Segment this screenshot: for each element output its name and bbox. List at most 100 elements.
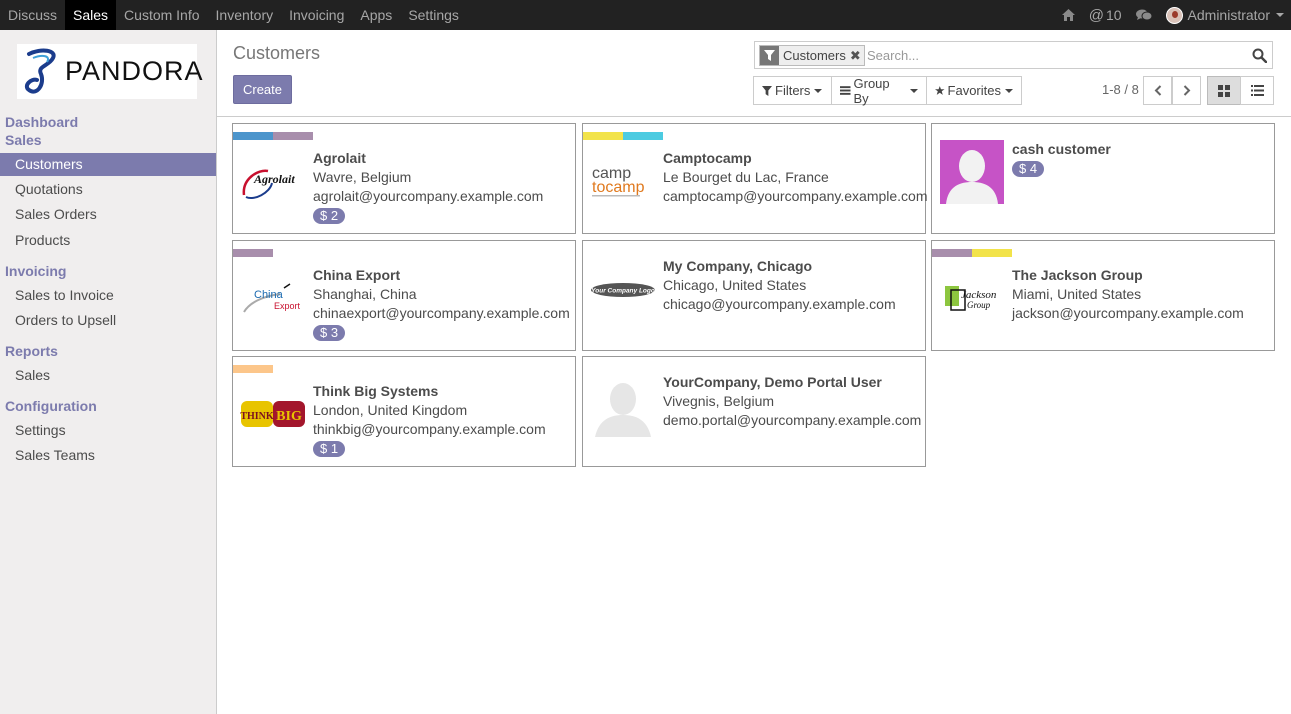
customer-card[interactable]: Agrolait Agrolait Wavre, Belgium agrolai… xyxy=(232,123,576,234)
customer-card[interactable]: Your Company Logo My Company, Chicago Ch… xyxy=(582,240,926,351)
user-menu[interactable]: Administrator xyxy=(1165,6,1284,24)
customer-card[interactable]: cash customer $ 4 xyxy=(931,123,1275,234)
create-button[interactable]: Create xyxy=(233,75,292,104)
menu-inventory[interactable]: Inventory xyxy=(208,0,282,30)
chevron-right-icon xyxy=(1183,85,1190,96)
customer-name: Camptocamp xyxy=(663,150,752,166)
customer-logo: camp tocamp xyxy=(590,148,656,214)
sidebar-item-customers[interactable]: Customers xyxy=(0,153,216,176)
svg-text:THINK: THINK xyxy=(240,411,274,422)
chevron-down-icon xyxy=(1276,13,1284,17)
card-tags xyxy=(233,132,313,141)
favorites-button[interactable]: Favorites xyxy=(926,76,1022,105)
search-options: Filters Group By Favorites xyxy=(753,75,1022,106)
customer-card[interactable]: Jackson Group The Jackson Group Miami, U… xyxy=(931,240,1275,351)
customer-location: Chicago, United States xyxy=(663,277,807,293)
sidebar-item-sales-teams[interactable]: Sales Teams xyxy=(0,444,216,467)
customer-card[interactable]: YourCompany, Demo Portal User Vivegnis, … xyxy=(582,356,926,467)
list-view-button[interactable] xyxy=(1240,76,1274,105)
customer-avatar xyxy=(591,373,655,437)
card-info: My Company, Chicago Chicago, United Stat… xyxy=(663,257,896,314)
sidebar-item-quotations[interactable]: Quotations xyxy=(0,178,216,201)
menu-custom-info[interactable]: Custom Info xyxy=(116,0,207,30)
search-icon[interactable] xyxy=(1252,48,1268,64)
company-logo[interactable]: PANDORA xyxy=(17,44,203,99)
svg-text:Agrolait: Agrolait xyxy=(253,172,295,186)
customer-email: jackson@yourcompany.example.com xyxy=(1012,305,1244,321)
menu-invoicing[interactable]: Invoicing xyxy=(281,0,352,30)
customer-card[interactable]: China Export China Export Shanghai, Chin… xyxy=(232,240,576,351)
card-info: China Export Shanghai, China chinaexport… xyxy=(313,266,570,341)
sidebar-item-products[interactable]: Products xyxy=(0,229,216,252)
user-name: Administrator xyxy=(1187,7,1270,23)
customer-name: YourCompany, Demo Portal User xyxy=(663,374,882,390)
tag-mauve xyxy=(932,249,972,257)
menu-apps[interactable]: Apps xyxy=(352,0,400,30)
chat-icon[interactable] xyxy=(1135,9,1152,22)
facet-label: Customers xyxy=(779,46,850,65)
sidebar-item-sales-to-invoice[interactable]: Sales to Invoice xyxy=(0,284,216,307)
search-input[interactable] xyxy=(867,46,1247,65)
card-info: Camptocamp Le Bourget du Lac, France cam… xyxy=(663,149,928,206)
menu-settings[interactable]: Settings xyxy=(400,0,467,30)
customer-avatar xyxy=(940,140,1004,204)
customer-name: The Jackson Group xyxy=(1012,267,1143,283)
kanban-view-button[interactable] xyxy=(1207,76,1241,105)
filters-button[interactable]: Filters xyxy=(753,76,832,105)
favorites-label: Favorites xyxy=(947,83,1001,98)
sidebar-item-settings[interactable]: Settings xyxy=(0,419,216,442)
star-icon xyxy=(935,86,945,95)
filter-icon xyxy=(760,46,779,65)
customer-email: thinkbig@yourcompany.example.com xyxy=(313,421,546,437)
mentions-button[interactable]: @ 10 xyxy=(1089,7,1122,24)
person-icon xyxy=(595,383,651,437)
section-configuration: Configuration xyxy=(5,398,97,414)
groupby-button[interactable]: Group By xyxy=(831,75,927,106)
sales-count-badge: $ 3 xyxy=(313,325,346,341)
customer-email: chinaexport@yourcompany.example.com xyxy=(313,305,570,321)
pager-previous-button[interactable] xyxy=(1143,76,1172,105)
tag-yellow xyxy=(972,249,1012,257)
groupby-label: Group By xyxy=(853,75,890,106)
tag-yellow xyxy=(583,132,623,140)
customer-card[interactable]: camp tocamp Camptocamp Le Bourget du Lac… xyxy=(582,123,928,234)
sidebar-item-orders-to-upsell[interactable]: Orders to Upsell xyxy=(0,309,216,332)
customer-name: China Export xyxy=(313,267,401,283)
home-icon[interactable] xyxy=(1061,9,1075,21)
sales-count-badge: $ 2 xyxy=(313,208,346,224)
section-reports: Reports xyxy=(5,343,58,359)
card-tags xyxy=(583,132,663,141)
card-info: YourCompany, Demo Portal User Vivegnis, … xyxy=(663,373,921,430)
pager-value[interactable]: 1-8 / 8 xyxy=(1102,82,1139,97)
card-info: Agrolait Wavre, Belgium agrolait@yourcom… xyxy=(313,149,543,224)
svg-text:Export: Export xyxy=(274,301,301,311)
customer-location: Shanghai, China xyxy=(313,286,417,302)
section-sales: Sales xyxy=(5,132,42,148)
chevron-down-icon xyxy=(814,88,823,93)
section-dashboard[interactable]: Dashboard xyxy=(5,114,78,130)
tag-mauve xyxy=(273,132,313,140)
chevron-down-icon xyxy=(910,88,918,93)
svg-text:Group: Group xyxy=(967,300,991,310)
avatar xyxy=(1165,6,1183,24)
section-invoicing: Invoicing xyxy=(5,263,67,279)
card-tags xyxy=(233,249,273,258)
card-tags xyxy=(932,249,1012,258)
customer-card[interactable]: THINK BIG Think Big Systems London, Unit… xyxy=(232,356,576,467)
svg-text:tocamp: tocamp xyxy=(592,179,645,196)
sales-count-badge: $ 4 xyxy=(1012,161,1045,177)
menu-discuss[interactable]: Discuss xyxy=(0,0,65,30)
customer-name: cash customer xyxy=(1012,141,1111,157)
pager-next-button[interactable] xyxy=(1172,76,1201,105)
menu-sales[interactable]: Sales xyxy=(65,0,117,30)
app-menu: Discuss Sales Custom Info Inventory Invo… xyxy=(0,0,467,30)
close-icon[interactable]: ✖ xyxy=(849,46,864,65)
tag-orange xyxy=(233,365,273,373)
sidebar-item-report-sales[interactable]: Sales xyxy=(0,364,216,387)
customer-name: Think Big Systems xyxy=(313,383,439,399)
svg-text:China: China xyxy=(254,289,284,301)
customer-logo: Jackson Group xyxy=(939,265,1005,331)
sidebar-item-sales-orders[interactable]: Sales Orders xyxy=(0,203,216,226)
customer-location: Le Bourget du Lac, France xyxy=(663,169,829,185)
search-facet: Customers ✖ xyxy=(759,45,865,66)
